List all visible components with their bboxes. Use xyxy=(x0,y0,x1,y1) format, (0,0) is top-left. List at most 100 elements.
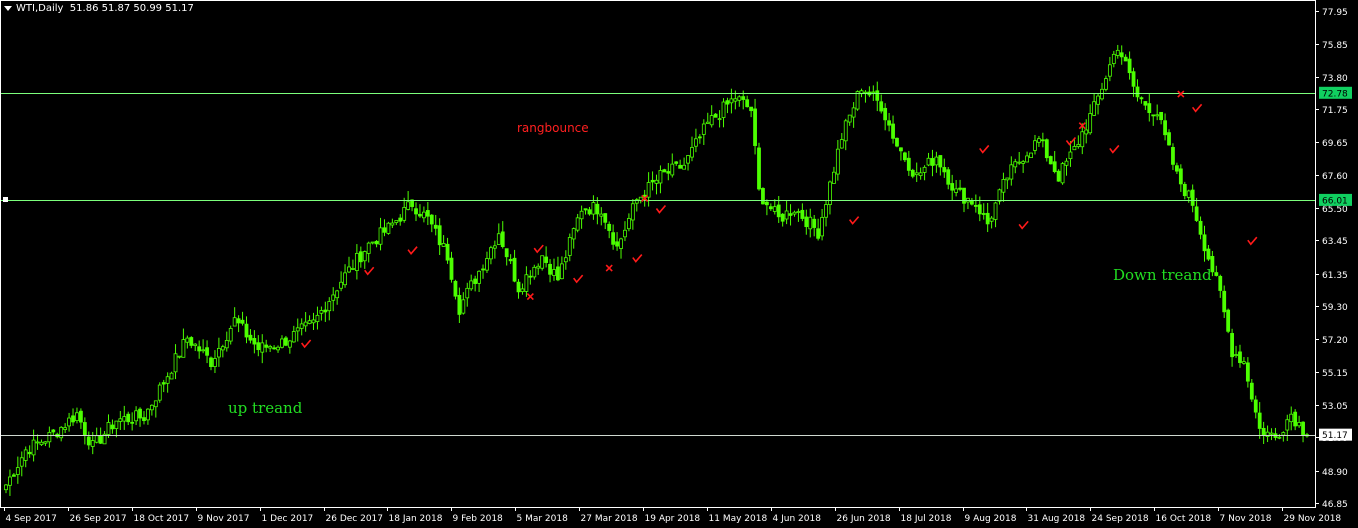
candle-body xyxy=(485,258,489,271)
candle-body xyxy=(705,121,710,124)
candle-body xyxy=(851,107,856,118)
candle-body xyxy=(887,120,892,126)
line-handle-left[interactable] xyxy=(3,197,8,202)
candle-body xyxy=(607,223,612,231)
candle-body xyxy=(1230,333,1234,358)
candle-body xyxy=(339,281,344,289)
candle-body xyxy=(654,179,659,184)
candle-body xyxy=(504,248,509,258)
candle-body xyxy=(906,157,911,171)
candle-body xyxy=(879,101,884,112)
candle xyxy=(761,187,765,205)
candle-body xyxy=(205,347,209,356)
candle-body xyxy=(1092,101,1097,116)
candle-body xyxy=(1163,120,1167,136)
candle-body xyxy=(500,231,505,248)
candle-body xyxy=(374,240,379,245)
x-tick-label: 26 Sep 2017 xyxy=(70,514,127,524)
candle-body xyxy=(958,187,962,190)
candle-body xyxy=(47,432,52,443)
candle-body xyxy=(1104,78,1108,90)
candle-body xyxy=(449,257,454,280)
candle-body xyxy=(910,169,915,177)
x-tick-label: 1 Dec 2017 xyxy=(262,514,314,524)
candle-body xyxy=(1159,111,1164,121)
candle-body xyxy=(90,440,95,447)
candle-body xyxy=(75,412,79,421)
candle-body xyxy=(544,256,549,263)
candle-body xyxy=(1147,103,1152,113)
x-tick-label: 18 Jul 2018 xyxy=(901,514,952,524)
candle-body xyxy=(114,420,119,429)
x-tick-label: 26 Dec 2017 xyxy=(326,514,384,524)
candle-body xyxy=(686,155,690,164)
candle-body xyxy=(516,281,521,293)
candle-body xyxy=(552,269,556,276)
y-tick-label: 46.85 xyxy=(1322,500,1348,510)
candle-body xyxy=(433,224,438,229)
symbol-label: WTI,Daily xyxy=(16,3,64,14)
candle-body xyxy=(201,349,206,352)
candle-body xyxy=(800,209,805,219)
candle-body xyxy=(418,213,422,217)
dropdown-arrow-icon[interactable] xyxy=(4,5,12,11)
candle-body xyxy=(1072,146,1077,151)
price-chart[interactable]: 77.95 75.85 73.80 71.75 69.65 67.60 65.50 63.45… xyxy=(0,0,1358,528)
price-badge: 51.17 xyxy=(1319,428,1352,441)
y-tick-label: 53.05 xyxy=(1322,402,1348,412)
candle-body xyxy=(875,90,880,101)
candle-body xyxy=(678,164,683,169)
candle-body xyxy=(638,196,643,201)
candle-body xyxy=(1033,140,1037,151)
candle-body xyxy=(149,404,154,411)
candle-body xyxy=(808,216,813,230)
candle-body xyxy=(138,408,142,419)
candle-body xyxy=(421,211,426,219)
candle-body xyxy=(71,415,75,423)
ohlc-values: 51.86 51.87 50.99 51.17 xyxy=(69,3,194,14)
x-tick-label: 9 Aug 2018 xyxy=(965,514,1017,524)
candle-body xyxy=(23,449,28,461)
candle-body xyxy=(627,218,631,230)
candle-body xyxy=(15,467,20,475)
candle-body xyxy=(772,206,777,212)
candle-body xyxy=(284,337,288,346)
candle-body xyxy=(429,214,434,225)
candle-body xyxy=(398,217,403,222)
y-tick-label: 75.85 xyxy=(1322,41,1348,51)
candle xyxy=(895,137,899,148)
candle-body xyxy=(532,266,537,278)
candle-body xyxy=(1013,161,1018,168)
candle-body xyxy=(540,255,545,269)
candle-body xyxy=(1068,151,1073,160)
price-badge: 66.01 xyxy=(1319,193,1352,206)
candle xyxy=(540,255,545,271)
candle-body xyxy=(106,422,111,435)
candle-body xyxy=(1269,432,1274,435)
candle-body xyxy=(252,338,257,345)
candle-body xyxy=(224,340,229,349)
candle-body xyxy=(181,339,186,358)
x-tick-label: 9 Feb 2018 xyxy=(453,514,504,524)
candle-body xyxy=(832,171,836,184)
candle-body xyxy=(370,241,375,244)
candle-body xyxy=(733,98,738,102)
candle-body xyxy=(146,408,150,421)
candle-body xyxy=(1096,95,1100,105)
candle-body xyxy=(761,188,765,205)
candle-body xyxy=(583,208,588,211)
candle-body xyxy=(942,167,947,173)
candle-body xyxy=(780,213,785,222)
x-tick-label: 31 Aug 2018 xyxy=(1028,514,1086,524)
candle xyxy=(1226,308,1231,334)
candle-body xyxy=(847,114,852,123)
candle-body xyxy=(1123,56,1128,62)
y-tick-label: 73.80 xyxy=(1322,74,1348,84)
candle-body xyxy=(228,327,233,342)
candle-body xyxy=(930,158,935,166)
chart-background xyxy=(0,0,1358,528)
candle-body xyxy=(764,201,769,206)
candle-body xyxy=(1293,411,1298,427)
candle-body xyxy=(1194,206,1199,221)
candle-body xyxy=(11,474,16,477)
